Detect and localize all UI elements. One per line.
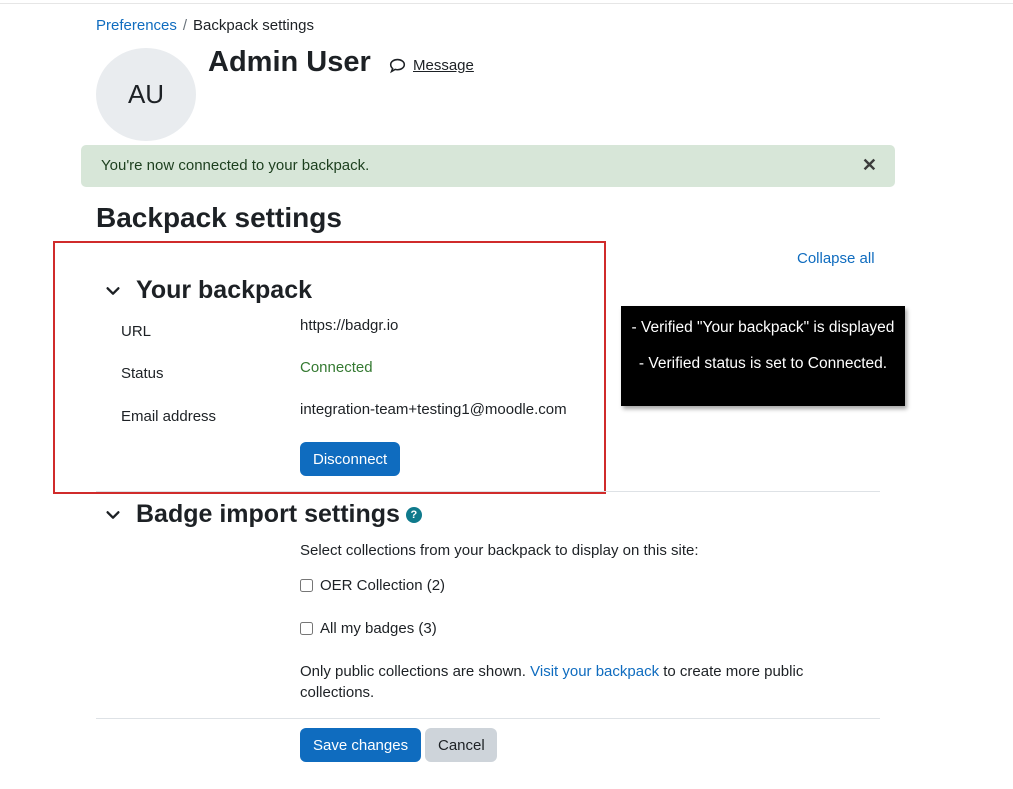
- breadcrumb-preferences-link[interactable]: Preferences: [96, 17, 177, 34]
- your-backpack-heading: Your backpack: [136, 276, 313, 304]
- top-divider: [0, 3, 1013, 4]
- collections-instruction: Select collections from your backpack to…: [300, 542, 699, 559]
- status-label: Status: [121, 365, 164, 382]
- chevron-down-icon: [106, 510, 120, 519]
- message-label: Message: [413, 57, 474, 74]
- save-changes-button[interactable]: Save changes: [300, 728, 422, 762]
- cancel-button[interactable]: Cancel: [425, 728, 497, 762]
- close-icon[interactable]: ✕: [862, 155, 877, 176]
- avatar-initials: AU: [127, 79, 165, 109]
- note-prefix: Only public collections are shown.: [300, 663, 526, 680]
- breadcrumb: Preferences / Backpack settings: [96, 17, 314, 34]
- chevron-down-icon: [106, 286, 120, 295]
- email-value: integration-team+testing1@moodle.com: [300, 401, 567, 418]
- user-name: Admin User: [208, 46, 371, 78]
- disconnect-button[interactable]: Disconnect: [300, 442, 401, 476]
- oer-collection-label: OER Collection (2): [320, 577, 446, 594]
- badge-import-section-toggle[interactable]: Badge import settings ?: [104, 500, 422, 529]
- message-icon: [389, 58, 406, 74]
- avatar: AU: [96, 48, 196, 141]
- alert-text: You're now connected to your backpack.: [101, 157, 370, 174]
- all-my-badges-label: All my badges (3): [320, 620, 437, 637]
- form-footer-divider: [96, 718, 880, 719]
- oer-collection-checkbox[interactable]: [300, 579, 313, 592]
- badge-import-heading: Badge import settings: [136, 500, 400, 528]
- email-label: Email address: [121, 408, 217, 425]
- success-alert: You're now connected to your backpack. ✕: [81, 145, 895, 187]
- help-icon[interactable]: ?: [405, 506, 422, 523]
- annotation-line-2: - Verified status is set to Connected.: [638, 355, 888, 372]
- url-value: https://badgr.io: [300, 317, 399, 334]
- visit-backpack-link[interactable]: Visit your backpack: [530, 663, 659, 680]
- breadcrumb-current: Backpack settings: [193, 17, 314, 34]
- message-link[interactable]: Message: [389, 57, 474, 74]
- annotation-callout: - Verified "Your backpack" is displayed …: [621, 306, 905, 406]
- collection-option[interactable]: All my badges (3): [300, 620, 437, 637]
- collection-option[interactable]: OER Collection (2): [300, 577, 445, 594]
- page-title: Backpack settings: [96, 202, 342, 233]
- url-label: URL: [121, 323, 152, 340]
- all-my-badges-checkbox[interactable]: [300, 622, 313, 635]
- your-backpack-section-toggle[interactable]: Your backpack: [104, 276, 312, 305]
- breadcrumb-separator: /: [182, 17, 188, 34]
- public-collections-note: Only public collections are shown. Visit…: [300, 661, 830, 703]
- annotation-line-1: - Verified "Your backpack" is displayed: [631, 319, 895, 336]
- collapse-all-link[interactable]: Collapse all: [797, 250, 875, 267]
- section-divider: [96, 491, 880, 492]
- status-value: Connected: [300, 359, 373, 376]
